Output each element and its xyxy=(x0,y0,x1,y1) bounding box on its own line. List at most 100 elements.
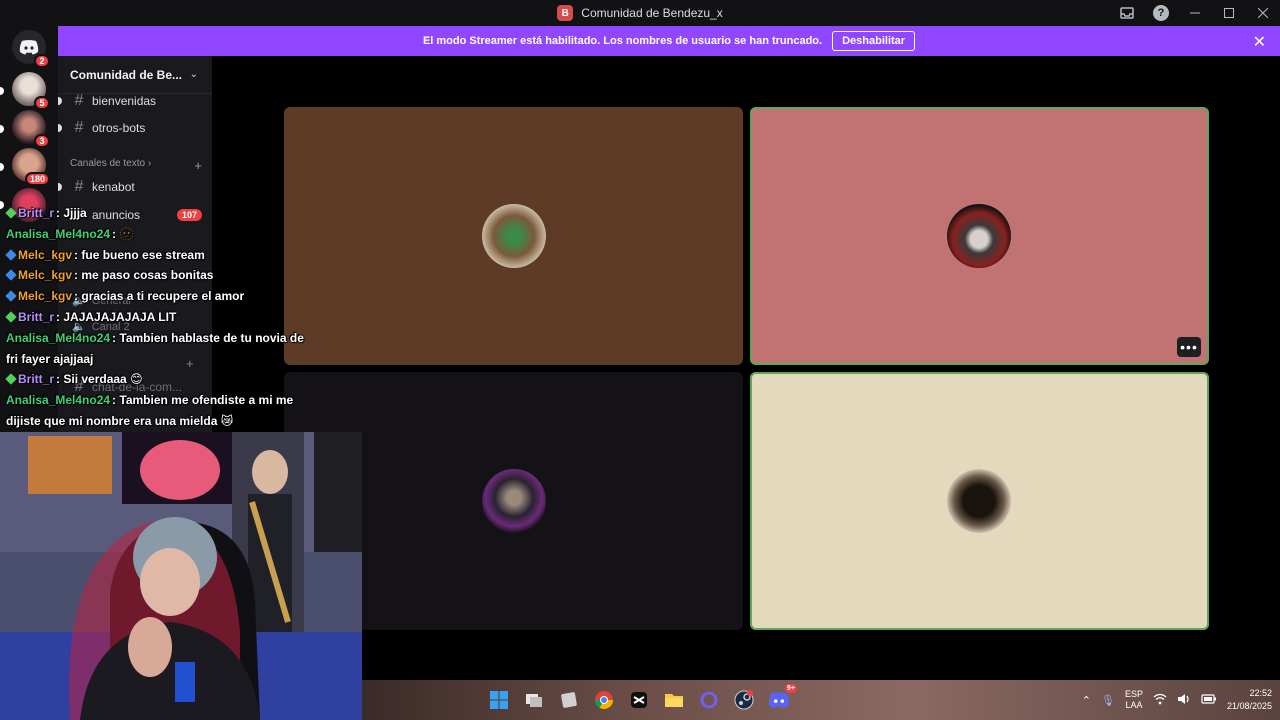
windows-start-icon[interactable] xyxy=(486,688,511,713)
cortana-icon[interactable] xyxy=(696,688,721,713)
chat-username: Analisa_Mel4no24 xyxy=(6,330,111,345)
gem-badge-icon xyxy=(5,248,17,261)
gem-badge-icon xyxy=(5,269,17,282)
chat-username: Britt_r xyxy=(18,309,55,324)
server-icon-2[interactable]: 3 xyxy=(12,110,50,148)
microphone-icon[interactable]: 🎙 xyxy=(1101,694,1115,707)
window-title: B Comunidad de Bendezu_x xyxy=(557,5,723,21)
taskbar: 9+ ⌃ 🎙 ESP LAA 22:52 21/08/2025 xyxy=(362,680,1280,720)
server-badge: 3 xyxy=(34,134,50,148)
chat-message: Britt_r: JAJAJAJAJAJA LIT xyxy=(5,307,306,328)
chrome-icon[interactable] xyxy=(591,688,616,713)
add-channel-icon[interactable]: + xyxy=(194,158,202,173)
chat-text: 🫥 xyxy=(119,226,135,241)
chat-text: fue bueno ese stream xyxy=(81,247,205,262)
maximize-button[interactable] xyxy=(1212,0,1246,26)
capcut-icon[interactable] xyxy=(626,688,651,713)
discord-home-button[interactable]: 2 xyxy=(12,30,50,68)
discord-taskbar-icon[interactable]: 9+ xyxy=(766,683,797,713)
server-badge: 180 xyxy=(24,172,50,186)
sub-badge-icon xyxy=(5,207,17,219)
chevron-down-icon: ⌄ xyxy=(189,69,198,80)
volume-icon[interactable] xyxy=(1177,693,1191,708)
inbox-icon[interactable] xyxy=(1110,0,1144,26)
chat-username: Analisa_Mel4no24 xyxy=(6,226,111,241)
chat-text: Sii verdaaa 😊 xyxy=(63,372,143,387)
chat-text: JAJAJAJAJAJA LIT xyxy=(63,309,177,324)
server-icon: B xyxy=(557,5,574,21)
notes-app-icon[interactable] xyxy=(556,688,581,713)
chat-text: Jjjja xyxy=(63,206,87,220)
server-badge: 5 xyxy=(34,96,50,110)
disable-streamer-mode-button[interactable]: Deshabilitar xyxy=(832,31,916,51)
banner-close-icon[interactable]: ✕ xyxy=(1253,32,1266,52)
participant-avatar xyxy=(947,204,1011,268)
title-bar: B Comunidad de Bendezu_x ? xyxy=(0,0,1280,26)
gem-badge-icon xyxy=(5,290,17,302)
wifi-icon[interactable] xyxy=(1153,693,1167,708)
video-tile-1[interactable] xyxy=(284,107,743,365)
banner-message: El modo Streamer está habilitado. Los no… xyxy=(422,35,823,47)
channel-bienvenidas[interactable]: # bienvenidas xyxy=(58,92,202,110)
video-tile-2[interactable]: ••• xyxy=(750,107,1209,365)
channel-label: bienvenidas xyxy=(92,94,157,108)
webcam-image xyxy=(0,432,362,720)
chat-message: Melc_kgv: fue bueno ese stream xyxy=(5,245,306,266)
clock-time: 22:52 xyxy=(1249,688,1272,698)
server-icon-3[interactable]: 180 xyxy=(12,148,50,186)
chat-message: Britt_r: Jjjja xyxy=(5,203,306,224)
channel-kenabot[interactable]: # kenabot xyxy=(58,178,202,196)
minimize-button[interactable] xyxy=(1178,0,1212,26)
server-header[interactable]: Comunidad de Be... ⌄ xyxy=(58,56,212,94)
chat-text: me paso cosas bonitas xyxy=(81,268,214,283)
server-icon-1[interactable]: 5 xyxy=(12,72,50,110)
chat-text: gracias a ti recupere el amor xyxy=(81,289,245,304)
chat-message: Melc_kgv: gracias a ti recupere el amor xyxy=(5,286,306,307)
more-options-button[interactable]: ••• xyxy=(1177,337,1201,357)
chat-message: Melc_kgv: me paso cosas bonitas xyxy=(5,265,306,286)
streamer-webcam xyxy=(0,432,362,720)
chat-username: Melc_kgv xyxy=(18,289,73,304)
unread-indicator xyxy=(58,124,62,132)
task-view-icon[interactable] xyxy=(521,688,546,713)
chevron-up-icon[interactable]: ⌃ xyxy=(1082,694,1091,707)
channel-otros-bots[interactable]: # otros-bots xyxy=(58,119,202,137)
hash-icon: # xyxy=(74,178,84,195)
hash-icon: # xyxy=(74,92,84,109)
participant-avatar xyxy=(947,469,1011,533)
title-bar-controls: ? xyxy=(1110,0,1280,26)
channel-label: kenabot xyxy=(92,180,135,194)
channel-label: otros-bots xyxy=(92,121,146,135)
discord-icon xyxy=(19,40,39,55)
video-tile-4[interactable] xyxy=(750,372,1209,630)
chat-message: Analisa_Mel4no24: Tambien hablaste de tu… xyxy=(6,330,304,366)
voice-call-area: ••• xyxy=(212,56,1280,680)
server-name: Comunidad de Be... xyxy=(70,67,183,82)
screen: B Comunidad de Bendezu_x ? 2 5 3 180 El … xyxy=(0,0,1280,720)
unread-indicator xyxy=(58,97,62,105)
chat-message: Analisa_Mel4no24: Tambien me ofendiste a… xyxy=(6,393,294,428)
help-button[interactable]: ? xyxy=(1144,0,1178,26)
chat-username: Melc_kgv xyxy=(18,247,73,262)
file-explorer-icon[interactable] xyxy=(661,688,686,713)
chat-username: Britt_r xyxy=(18,372,55,387)
streamer-mode-banner: El modo Streamer está habilitado. Los no… xyxy=(58,26,1280,56)
unread-pill xyxy=(0,163,4,171)
stream-chat-overlay: Britt_r: Jjjja Analisa_Mel4no24: 🫥 Melc_kg… xyxy=(5,203,306,432)
close-window-button[interactable] xyxy=(1246,0,1280,26)
participant-avatar xyxy=(482,469,546,533)
unread-indicator xyxy=(58,183,62,191)
category-label: Canales de texto › xyxy=(70,158,152,169)
unread-pill xyxy=(0,87,4,95)
battery-icon[interactable] xyxy=(1201,693,1217,708)
clock[interactable]: 22:52 21/08/2025 xyxy=(1227,687,1272,713)
steam-icon[interactable] xyxy=(731,688,756,713)
category-text-channels[interactable]: Canales de texto › + xyxy=(70,158,202,173)
taskbar-apps: 9+ xyxy=(486,680,797,720)
chat-username: Britt_r xyxy=(18,206,55,220)
language-indicator[interactable]: ESP LAA xyxy=(1125,689,1143,711)
sub-badge-icon xyxy=(5,373,17,386)
hash-icon: # xyxy=(74,119,84,136)
sub-badge-icon xyxy=(5,311,17,323)
clock-date: 21/08/2025 xyxy=(1226,701,1272,711)
